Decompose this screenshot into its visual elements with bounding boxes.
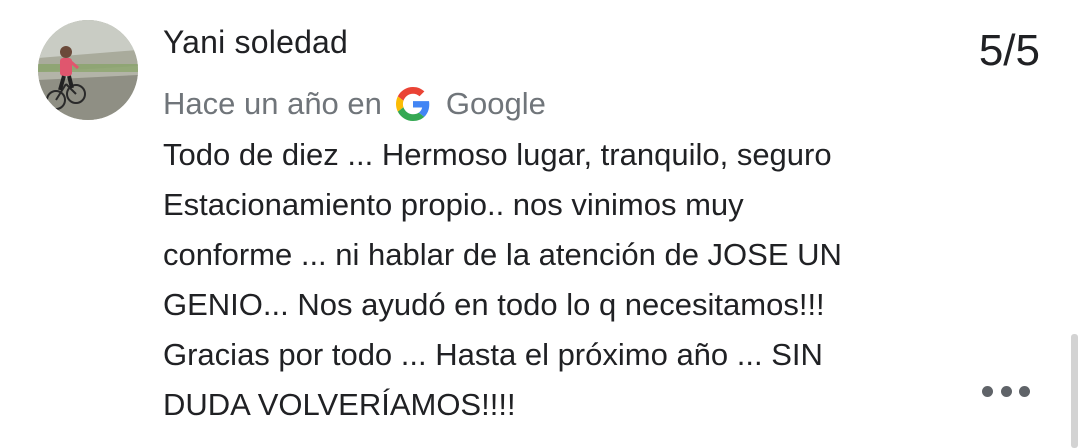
review-text-line: GENIO... Nos ayudó en todo lo q necesita…: [163, 287, 825, 322]
avatar[interactable]: [38, 20, 138, 120]
avatar-photo: [38, 20, 138, 120]
rating-score: 5/5: [978, 26, 1040, 75]
google-g-icon: [395, 87, 430, 121]
more-horizontal-icon: [1019, 385, 1030, 397]
review-text-line: Estacionamiento propio.. nos vinimos muy: [163, 187, 744, 222]
more-horizontal-icon: [982, 385, 993, 397]
scrollbar[interactable]: [1071, 334, 1078, 448]
author-name[interactable]: Yani soledad: [163, 24, 348, 61]
review-text-line: Gracias por todo ... Hasta el próximo añ…: [163, 337, 823, 372]
review-source: Google: [445, 86, 546, 121]
review-text-line: DUDA VOLVERÍAMOS!!!!: [163, 387, 516, 422]
review-text: Todo de diez ... Hermoso lugar, tranquil…: [163, 130, 963, 430]
review-text-line: Todo de diez ... Hermoso lugar, tranquil…: [163, 137, 832, 172]
review-text-line: conforme ... ni hablar de la atención de…: [163, 237, 842, 272]
review-time: Hace un año en: [163, 86, 382, 121]
review-card: Yani soledad 5/5 Hace un año en Google T…: [0, 0, 1080, 448]
more-options-button[interactable]: [982, 375, 1030, 407]
review-meta: Hace un año en Google: [163, 84, 546, 124]
more-horizontal-icon: [1000, 385, 1012, 397]
